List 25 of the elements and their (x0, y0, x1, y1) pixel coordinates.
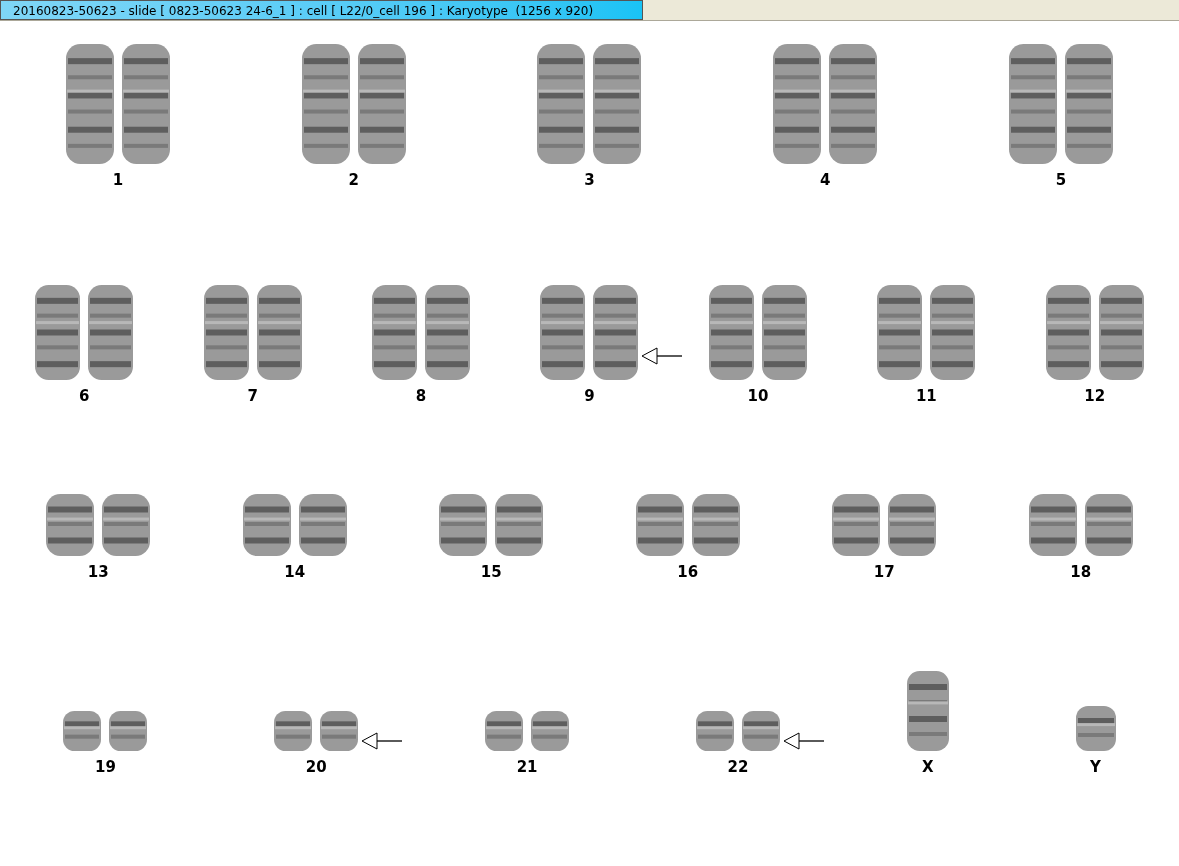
window-title: 20160823-50623 - slide [ 0823-50623 24-6_1 ] : cell [ L22/0_cell 196 ] : Karyotype (1256 x 920) (0, 0, 643, 20)
chromosome-label: 10 (747, 387, 769, 405)
chromosome-label: 2 (348, 171, 359, 189)
chromosome-label: 19 (94, 758, 116, 776)
chromosome-label: 18 (1070, 563, 1092, 581)
chromosome-label: 8 (415, 387, 427, 405)
chromosome-label: 14 (284, 563, 306, 581)
chromosome-label: 17 (873, 563, 895, 581)
chromosome-label: 7 (247, 387, 258, 405)
chromosome-label: 3 (584, 171, 595, 189)
chromosome-label: 9 (584, 387, 595, 405)
chromosome-label: 20 (305, 758, 327, 776)
chromosome-label: 21 (516, 758, 538, 776)
chromosome-label: 16 (677, 563, 699, 581)
chromosome-label: 12 (1084, 387, 1106, 405)
chromosome-label: 13 (87, 563, 109, 581)
chromosome-label: 11 (915, 387, 937, 405)
chromosome-label: 4 (820, 171, 831, 189)
chromosome-label: Y (1090, 758, 1101, 776)
chromosome-label: X (921, 758, 934, 776)
chromosome-label: 5 (1055, 171, 1067, 189)
chromosome-label: 22 (727, 758, 749, 776)
chromosome-label: 15 (480, 563, 502, 581)
chromosome-label: 6 (79, 387, 90, 405)
chromosome-label: 1 (112, 171, 124, 189)
